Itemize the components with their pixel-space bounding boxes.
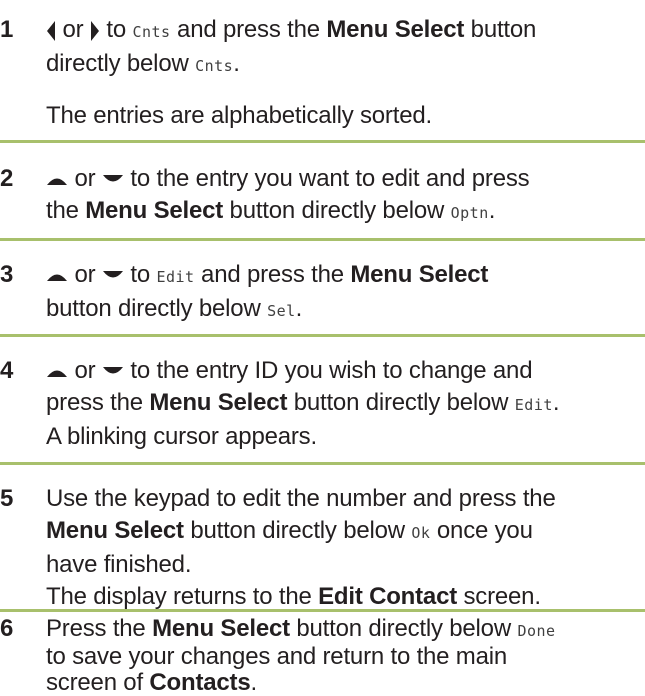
text: button directly below [229, 197, 445, 224]
lcd-label: Ok [411, 524, 431, 542]
text: to the entry you want to edit and press [130, 165, 530, 192]
down-arrow-icon [102, 366, 124, 378]
step-number: 6 [0, 615, 14, 642]
menu-select-label: Menu Select [350, 261, 489, 288]
text: press the [46, 389, 143, 416]
step-note: The entries are alphabetically sorted. [46, 102, 432, 129]
separator [0, 140, 645, 143]
screen-name: Contacts [149, 669, 251, 696]
step-line: Use the keypad to edit the number and pr… [46, 485, 556, 512]
text: The display returns to the [46, 583, 312, 610]
connector-text: or [74, 261, 96, 288]
text: . [488, 197, 496, 224]
step-line: to save your changes and return to the m… [46, 643, 508, 670]
up-arrow-icon [46, 270, 68, 282]
step-number: 5 [0, 485, 14, 512]
step-body: or to Edit and press the Menu Select but… [46, 259, 635, 327]
step-line: or to Cnts and press the Menu Select but… [46, 14, 635, 48]
lcd-label: Cnts [132, 23, 171, 41]
step-number: 4 [0, 357, 14, 384]
text: button directly below [46, 295, 261, 322]
step-body: or to the entry you want to edit and pre… [46, 163, 635, 229]
step-body: or to Cnts and press the Menu Select but… [46, 14, 635, 132]
connector-text: or [74, 357, 96, 384]
separator [0, 462, 645, 465]
text: Press the [46, 615, 146, 642]
text: to [130, 261, 150, 288]
text: and press the [201, 261, 344, 288]
step-number: 1 [0, 16, 14, 43]
text: and press the [177, 16, 320, 43]
text: button directly below [293, 389, 509, 416]
down-arrow-icon [102, 270, 124, 282]
menu-select-label: Menu Select [149, 389, 288, 416]
step-line: or to the entry you want to edit and pre… [46, 163, 635, 195]
step-line: Press the Menu Select button directly be… [46, 616, 635, 644]
text: button [470, 16, 537, 43]
menu-select-label: Menu Select [326, 16, 465, 43]
lcd-label: Cnts [195, 57, 234, 75]
lcd-label: Sel [267, 302, 296, 320]
step-line: or to the entry ID you wish to change an… [46, 355, 635, 387]
text: the [46, 197, 79, 224]
text: screen. [463, 583, 541, 610]
text: button directly below [190, 517, 405, 544]
lcd-label: Done [517, 622, 556, 640]
step-line: have finished. [46, 551, 192, 578]
step-number: 2 [0, 165, 14, 192]
step-line: screen of Contacts. [46, 670, 635, 696]
menu-select-label: Menu Select [46, 517, 184, 544]
screen-name: Edit Contact [318, 583, 458, 610]
text: . [552, 389, 560, 416]
connector-text: or [74, 165, 96, 192]
separator [0, 334, 645, 337]
text: . [295, 295, 303, 322]
step-line: the Menu Select button directly below Op… [46, 195, 635, 229]
step-line: button directly below Sel. [46, 293, 635, 327]
text: . [233, 50, 240, 77]
right-arrow-icon [90, 20, 100, 42]
menu-select-label: Menu Select [85, 197, 224, 224]
text: once you [436, 517, 533, 544]
up-arrow-icon [46, 366, 68, 378]
text: . [250, 669, 257, 696]
text: directly below [46, 50, 189, 77]
separator [0, 238, 645, 241]
menu-select-label: Menu Select [152, 615, 290, 642]
text: screen of [46, 669, 150, 696]
separator [0, 609, 645, 612]
text: button directly below [296, 615, 511, 642]
up-arrow-icon [46, 174, 68, 186]
step-body: Press the Menu Select button directly be… [46, 616, 635, 696]
text: to the entry ID you wish to change and [130, 357, 533, 384]
text: to [106, 16, 126, 43]
left-arrow-icon [46, 20, 56, 42]
step-number: 3 [0, 261, 14, 288]
step-line: press the Menu Select button directly be… [46, 387, 635, 421]
down-arrow-icon [102, 174, 124, 186]
lcd-label: Optn [450, 204, 489, 222]
step-body: or to the entry ID you wish to change an… [46, 355, 635, 453]
step-line: directly below Cnts. [46, 48, 635, 82]
step-line: Menu Select button directly below Ok onc… [46, 515, 635, 549]
lcd-label: Edit [156, 268, 195, 286]
connector-text: or [62, 16, 84, 43]
step-line: or to Edit and press the Menu Select [46, 259, 635, 293]
step-body: Use the keypad to edit the number and pr… [46, 483, 635, 613]
lcd-label: Edit [514, 396, 553, 414]
step-line: A blinking cursor appears. [46, 423, 317, 450]
